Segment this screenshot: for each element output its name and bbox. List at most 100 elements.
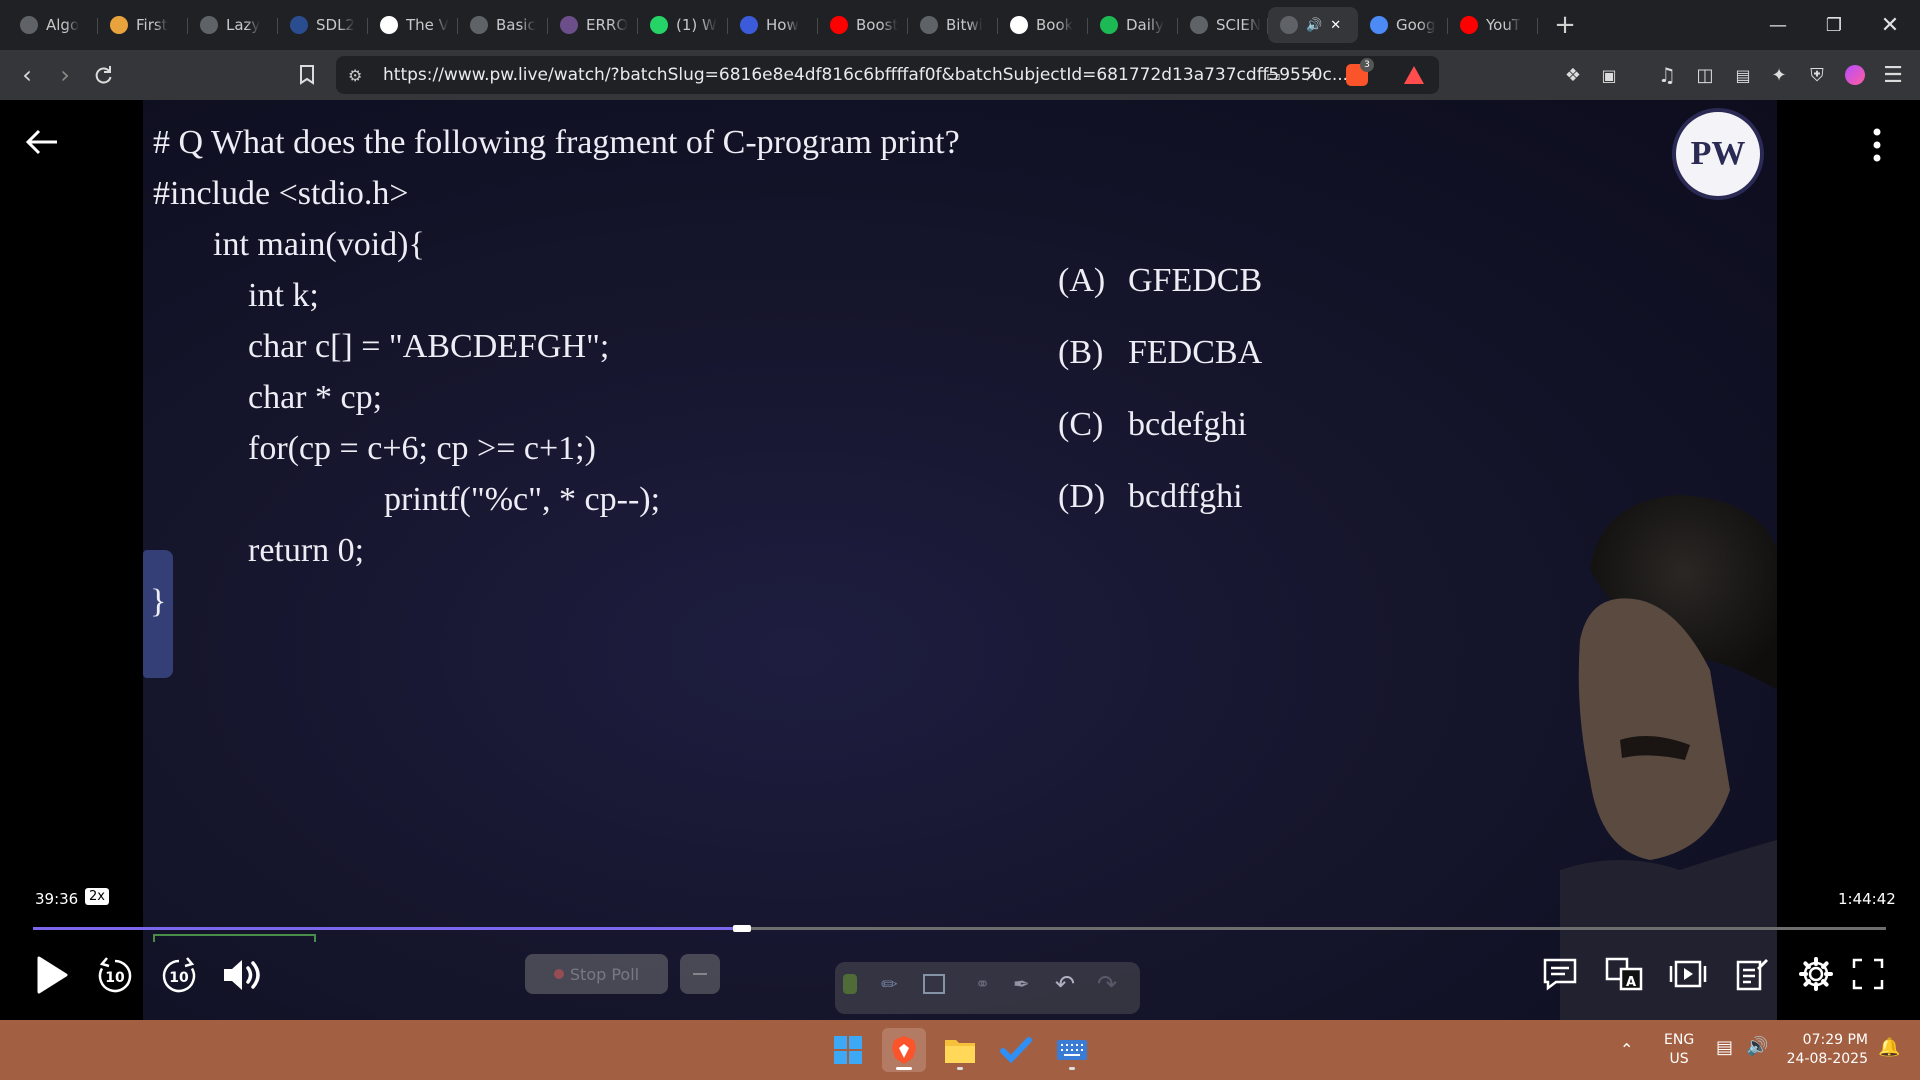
pen-icon[interactable]: ✒ bbox=[1013, 972, 1030, 996]
menu-icon[interactable]: ☰ bbox=[1878, 50, 1908, 100]
browser-tab[interactable]: Bitwi bbox=[908, 7, 998, 43]
record-dot-icon bbox=[553, 969, 564, 979]
brave-rewards-icon[interactable] bbox=[1404, 66, 1424, 84]
todo-icon[interactable] bbox=[994, 1028, 1038, 1072]
browser-tab[interactable]: How bbox=[728, 7, 818, 43]
tab-title: SCIEN bbox=[1216, 16, 1262, 34]
translate-icon[interactable]: A bbox=[1604, 952, 1644, 996]
forward-icon[interactable]: › bbox=[50, 50, 80, 100]
minimize-poll-button[interactable] bbox=[680, 954, 720, 994]
minimize-button[interactable]: — bbox=[1750, 0, 1806, 50]
google-icon bbox=[1010, 16, 1028, 34]
question-text: # Q What does the following fragment of … bbox=[153, 124, 960, 161]
reader-icon[interactable]: ▣ bbox=[1594, 50, 1624, 100]
rewind-10-button[interactable]: 10 bbox=[94, 952, 136, 998]
browser-tab[interactable]: Book bbox=[998, 7, 1088, 43]
more-options-icon[interactable] bbox=[1865, 125, 1889, 165]
logo-text-icon bbox=[920, 16, 938, 34]
globe-icon bbox=[1190, 16, 1208, 34]
music-icon[interactable]: ♫ bbox=[1652, 50, 1682, 100]
share-icon[interactable]: ↗ bbox=[1304, 66, 1317, 85]
poll-indicator bbox=[153, 934, 316, 942]
file-explorer-icon[interactable] bbox=[938, 1028, 982, 1072]
show-hidden-icons[interactable]: ⌃ bbox=[1620, 1040, 1633, 1059]
browser-tab[interactable]: Lazy bbox=[188, 7, 278, 43]
reload-icon[interactable] bbox=[88, 50, 118, 100]
browser-tab[interactable]: Daily bbox=[1088, 7, 1178, 43]
clock[interactable]: 07:29 PM 24-08-2025 bbox=[1786, 1031, 1868, 1069]
whatsapp-icon bbox=[650, 16, 668, 34]
tab-title: First bbox=[136, 16, 168, 34]
tab-title: (1) W bbox=[676, 16, 717, 34]
keyboard-app-icon[interactable] bbox=[1050, 1028, 1094, 1072]
profile-icon[interactable] bbox=[1840, 50, 1870, 100]
browser-tab[interactable]: 🔊 ✕ bbox=[1268, 7, 1358, 43]
browser-tab[interactable]: ERRO bbox=[548, 7, 638, 43]
redo-icon[interactable]: ↷ bbox=[1097, 970, 1117, 998]
back-icon[interactable]: ‹ bbox=[12, 50, 42, 100]
progress-fill bbox=[33, 927, 737, 930]
speaker-icon[interactable]: 🔊 bbox=[1746, 1037, 1768, 1056]
fullscreen-icon[interactable] bbox=[1848, 952, 1888, 996]
tab-title: How bbox=[766, 16, 799, 34]
cast-icon[interactable]: ▭ bbox=[1266, 66, 1281, 85]
lasso-icon[interactable]: ⚭ bbox=[975, 974, 990, 995]
browser-tab[interactable]: Boost bbox=[818, 7, 908, 43]
brave-taskbar-icon[interactable] bbox=[882, 1028, 926, 1072]
rectangle-icon[interactable] bbox=[923, 974, 945, 994]
browser-tab[interactable]: The V bbox=[368, 7, 458, 43]
notes-icon[interactable] bbox=[1732, 952, 1772, 996]
highlighter-icon[interactable] bbox=[843, 974, 857, 994]
code-line: #include <stdio.h> bbox=[153, 175, 409, 212]
restore-button[interactable]: ❐ bbox=[1806, 0, 1862, 50]
browser-tab[interactable]: (1) W bbox=[638, 7, 728, 43]
sidebar-icon[interactable]: ◫ bbox=[1690, 50, 1720, 100]
drawing-toolbar: ✏ ⚭ ✒ ↶ ↷ bbox=[835, 962, 1140, 1014]
tab-audio-icon[interactable]: 🔊 bbox=[1306, 18, 1322, 33]
browser-tab[interactable]: SCIEN bbox=[1178, 7, 1268, 43]
browser-tab[interactable]: YouT bbox=[1448, 7, 1538, 43]
browser-tab[interactable]: Goog bbox=[1358, 7, 1448, 43]
browser-tab[interactable]: SDL2 bbox=[278, 7, 368, 43]
code-line: int k; bbox=[248, 277, 319, 314]
play-icon[interactable] bbox=[32, 952, 72, 998]
code-line: for(cp = c+6; cp >= c+1;) bbox=[248, 430, 596, 467]
new-tab-button[interactable]: + bbox=[1550, 10, 1580, 40]
option-a: (A) GFEDCB bbox=[1058, 262, 1263, 299]
close-window-button[interactable]: ✕ bbox=[1862, 0, 1918, 50]
browser-tab[interactable]: Algo bbox=[8, 7, 98, 43]
address-bar[interactable]: ⚙ https://www.pw.live/watch/?batchSlug=6… bbox=[336, 56, 1439, 94]
vpn-icon[interactable]: ⛨ bbox=[1802, 50, 1832, 100]
notification-bell-icon[interactable]: 🔔 bbox=[1878, 1038, 1900, 1057]
volume-icon[interactable] bbox=[218, 952, 268, 998]
undo-icon[interactable]: ↶ bbox=[1055, 970, 1075, 998]
windows-start-icon[interactable] bbox=[826, 1028, 870, 1072]
video-player[interactable]: PW # Q What does the following fragment … bbox=[0, 100, 1920, 1020]
language-indicator[interactable]: ENG US bbox=[1664, 1031, 1694, 1069]
circle-icon bbox=[560, 16, 578, 34]
chat-icon[interactable] bbox=[1540, 952, 1580, 996]
tabs-container: Algo First Lazy SDL2 The V Basic ERRO (1) W How B… bbox=[8, 0, 1538, 50]
pw-logo: PW bbox=[1672, 108, 1764, 200]
browser-tab[interactable]: First bbox=[98, 7, 188, 43]
eraser-icon[interactable]: ✏ bbox=[881, 972, 898, 996]
bookmark-icon[interactable] bbox=[292, 50, 322, 100]
speed-badge[interactable]: 2x bbox=[85, 888, 109, 905]
site-settings-icon[interactable]: ⚙ bbox=[348, 66, 362, 85]
wallet-icon[interactable]: ▤ bbox=[1728, 50, 1758, 100]
extensions-icon[interactable]: ❖ bbox=[1558, 50, 1588, 100]
rewind-10-icon: 10 bbox=[105, 970, 125, 986]
tab-close-icon[interactable]: ✕ bbox=[1330, 18, 1341, 33]
spotify-icon bbox=[1100, 16, 1118, 34]
progress-knob[interactable] bbox=[733, 925, 751, 932]
leo-icon[interactable]: ✦ bbox=[1764, 50, 1794, 100]
browser-tab[interactable]: Basic bbox=[458, 7, 548, 43]
back-arrow-icon[interactable] bbox=[22, 122, 62, 162]
progress-bar[interactable] bbox=[33, 925, 1886, 932]
stop-poll-button[interactable]: Stop Poll bbox=[525, 954, 668, 994]
forward-10-button[interactable]: 10 bbox=[158, 952, 200, 998]
code-line: char c[] = "ABCDEFGH"; bbox=[248, 328, 610, 365]
settings-icon[interactable] bbox=[1796, 952, 1836, 996]
playlist-icon[interactable] bbox=[1668, 952, 1708, 996]
network-icon[interactable]: ▤ bbox=[1716, 1038, 1733, 1057]
